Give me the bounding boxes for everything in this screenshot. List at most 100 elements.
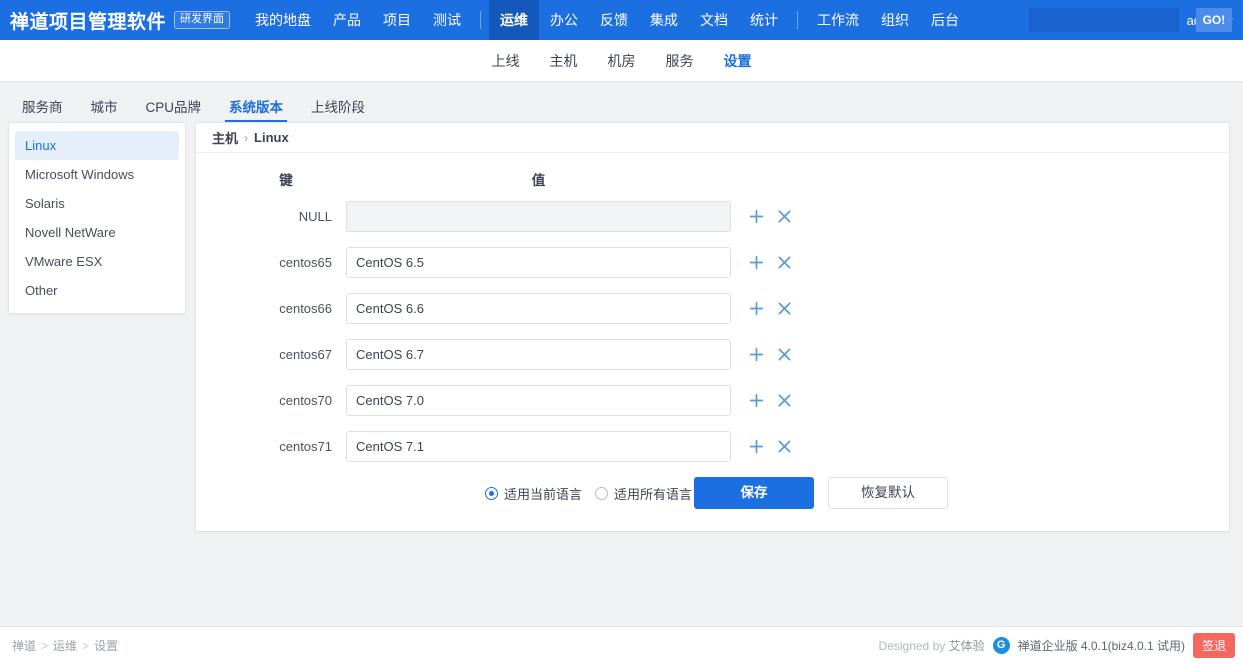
nav-item-integration[interactable]: 集成: [639, 0, 689, 40]
radio-indicator[interactable]: [595, 486, 609, 500]
nav-item-feedback[interactable]: 反馈: [589, 0, 639, 40]
category-item-solaris[interactable]: Solaris: [15, 189, 179, 218]
value-input[interactable]: [346, 338, 731, 370]
top-header: 禅道项目管理软件 研发界面 我的地盘 产品 项目 测试 运维 办公 反馈 集成 …: [0, 0, 1243, 40]
version-text: 禅道企业版 4.0.1(biz4.0.1 试用): [1017, 639, 1185, 653]
tab-online-stage[interactable]: 上线阶段: [297, 100, 379, 123]
nav-item-test[interactable]: 测试: [422, 0, 472, 40]
plus-icon[interactable]: [748, 254, 765, 271]
global-search: GO!: [1028, 8, 1233, 32]
top-header-right: GO! admin: [1028, 0, 1237, 40]
radio-current-language-label: 适用当前语言: [504, 486, 583, 502]
category-item-vmware-esx[interactable]: VMware ESX: [15, 247, 179, 276]
category-list: Linux Microsoft Windows Solaris Novell N…: [8, 122, 186, 314]
brand-badge[interactable]: 研发界面: [174, 11, 231, 29]
nav-item-doc[interactable]: 文档: [689, 0, 739, 40]
designed-by-prefix: Designed by: [878, 639, 949, 653]
footer: 禅道 > 运维 > 设置 Designed by 艾体验 G 禅道企业版 4.0…: [0, 626, 1243, 664]
row-actions: [731, 208, 793, 225]
tab-system-version[interactable]: 系统版本: [215, 100, 297, 123]
row-actions: [731, 392, 793, 409]
subnav-item-datacenter[interactable]: 机房: [608, 40, 636, 82]
table-row: centos71: [196, 423, 1229, 469]
subnav-item-host[interactable]: 主机: [550, 40, 578, 82]
restore-default-button[interactable]: 恢复默认: [828, 477, 949, 509]
plus-icon[interactable]: [748, 208, 765, 225]
logout-button[interactable]: 签退: [1192, 633, 1235, 658]
breadcrumb: 主机 › Linux: [196, 123, 1229, 153]
nav-separator-1: [480, 11, 482, 29]
search-input[interactable]: [1028, 8, 1196, 32]
close-icon[interactable]: [776, 254, 793, 271]
plus-icon[interactable]: [748, 300, 765, 317]
tab-cpu-brand[interactable]: CPU品牌: [132, 100, 216, 123]
value-input[interactable]: [346, 246, 731, 278]
radio-all-languages[interactable]: 适用所有语言: [595, 484, 692, 503]
row-key-label: NULL: [298, 208, 332, 224]
close-icon[interactable]: [776, 438, 793, 455]
nav-item-org[interactable]: 组织: [870, 0, 920, 40]
nav-item-devops[interactable]: 运维: [489, 0, 540, 40]
footer-crumb-zentao[interactable]: 禅道: [12, 637, 36, 654]
category-item-windows[interactable]: Microsoft Windows: [15, 160, 179, 189]
column-header-value: 值: [531, 173, 546, 188]
column-header-key: 键: [279, 173, 293, 188]
category-item-linux[interactable]: Linux: [15, 131, 179, 160]
row-actions: [731, 346, 793, 363]
nav-item-workflow[interactable]: 工作流: [806, 0, 870, 40]
value-input[interactable]: [346, 200, 731, 232]
nav-item-stats[interactable]: 统计: [739, 0, 789, 40]
nav-item-my[interactable]: 我的地盘: [244, 0, 322, 40]
footer-crumb-devops[interactable]: 运维: [53, 637, 77, 654]
subnav-item-online[interactable]: 上线: [492, 40, 520, 82]
breadcrumb-current: Linux: [254, 130, 289, 145]
plus-icon[interactable]: [748, 438, 765, 455]
nav-item-office[interactable]: 办公: [539, 0, 589, 40]
brand[interactable]: 禅道项目管理软件 研发界面: [0, 7, 231, 34]
radio-current-language[interactable]: 适用当前语言: [485, 484, 582, 503]
module-subnav: 上线 主机 机房 服务 设置: [0, 40, 1243, 82]
radio-indicator-checked[interactable]: [485, 486, 498, 500]
row-actions: [731, 438, 793, 455]
table-row: centos66: [196, 285, 1229, 331]
settings-panel: 主机 › Linux 键 值 NULL centos65 CentOS 6.5 …: [195, 122, 1230, 532]
value-input[interactable]: [346, 292, 731, 324]
search-go-button[interactable]: GO!: [1195, 8, 1233, 32]
tab-provider[interactable]: 服务商: [8, 100, 77, 123]
value-input[interactable]: [346, 430, 731, 462]
row-value-cell: [346, 430, 731, 462]
close-icon[interactable]: [776, 346, 793, 363]
zentao-logo-icon: G: [992, 637, 1010, 654]
brand-title: 禅道项目管理软件: [10, 11, 167, 33]
plus-icon[interactable]: [748, 346, 765, 363]
table-row: centos67: [196, 331, 1229, 377]
nav-item-project[interactable]: 项目: [372, 0, 422, 40]
row-value-cell: [346, 200, 731, 232]
form-column-headers: 键 值: [196, 165, 1229, 193]
footer-crumb-settings[interactable]: 设置: [94, 637, 118, 654]
breadcrumb-separator-icon: ›: [244, 130, 249, 145]
table-row: centos70: [196, 377, 1229, 423]
close-icon[interactable]: [776, 300, 793, 317]
nav-item-admin[interactable]: 后台: [920, 0, 970, 40]
nav-item-product[interactable]: 产品: [322, 0, 372, 40]
category-item-other[interactable]: Other: [15, 276, 179, 305]
save-button[interactable]: 保存: [694, 477, 815, 509]
category-item-netware[interactable]: Novell NetWare: [15, 218, 179, 247]
close-icon[interactable]: [776, 208, 793, 225]
language-scope-radios: 适用当前语言 适用所有语言: [485, 484, 692, 503]
close-icon[interactable]: [776, 392, 793, 409]
subnav-item-settings[interactable]: 设置: [724, 40, 752, 82]
designed-by: Designed by 艾体验: [879, 637, 985, 654]
breadcrumb-root[interactable]: 主机: [212, 128, 238, 147]
row-key-label: centos66: [279, 300, 332, 316]
tab-city[interactable]: 城市: [77, 100, 132, 123]
footer-breadcrumb: 禅道 > 运维 > 设置: [12, 637, 118, 654]
row-value-cell: [346, 384, 731, 416]
value-input[interactable]: [346, 384, 731, 416]
subnav-item-service[interactable]: 服务: [666, 40, 694, 82]
content-area: Linux Microsoft Windows Solaris Novell N…: [0, 122, 1243, 626]
designed-by-name: 艾体验: [948, 639, 985, 653]
row-key-label: centos67: [279, 346, 332, 362]
plus-icon[interactable]: [748, 392, 765, 409]
